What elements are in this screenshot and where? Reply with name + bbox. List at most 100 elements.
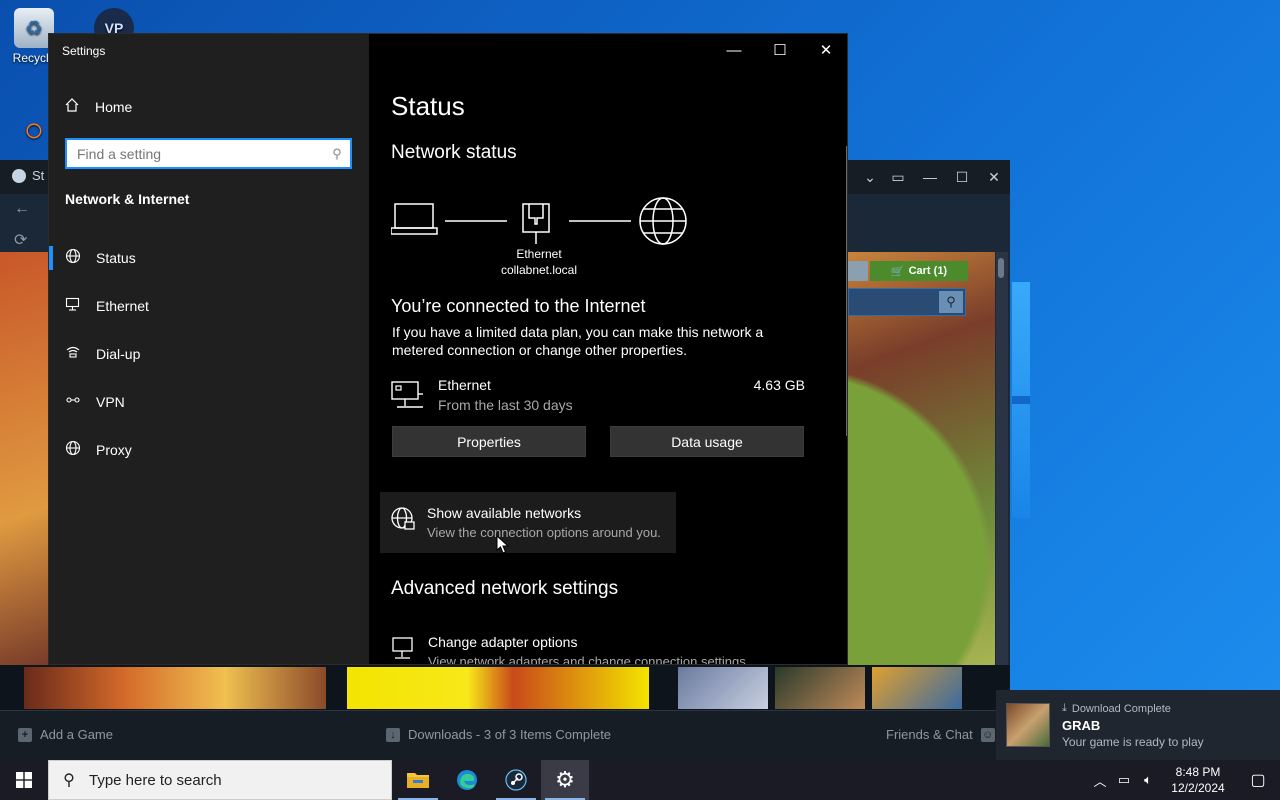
laptop-icon xyxy=(391,203,438,235)
add-game-button[interactable]: + Add a Game xyxy=(18,727,113,742)
diagram-label: Ethernet collabnet.local xyxy=(489,246,589,278)
change-adapter-options[interactable]: Change adapter options View network adap… xyxy=(391,634,831,664)
show-hidden-icons-chevron-icon[interactable]: ︿ xyxy=(1088,771,1112,790)
toast-header: ⤓ Download Complete xyxy=(1062,702,1171,715)
sidebar-item-vpn[interactable]: VPN xyxy=(49,382,369,422)
gear-icon: ⚙ xyxy=(555,767,575,792)
ethernet-usage-row: Ethernet From the last 30 days 4.63 GB xyxy=(391,376,805,416)
maximize-button[interactable]: ☐ xyxy=(757,34,803,66)
steam-scrollbar[interactable] xyxy=(996,252,1008,667)
download-complete-toast[interactable]: ⤓ Download Complete GRAB Your game is re… xyxy=(996,690,1280,760)
store-search-input[interactable]: ⚲ xyxy=(848,288,966,316)
search-icon: ⚲ xyxy=(63,772,75,789)
volume-icon[interactable]: 🔈︎ xyxy=(1136,772,1160,788)
sidebar-item-ethernet[interactable]: Ethernet xyxy=(49,286,369,326)
section-heading: Network & Internet xyxy=(65,191,190,207)
taskbar-edge[interactable] xyxy=(443,760,491,800)
action-center-icon[interactable]: ▢ xyxy=(1236,770,1280,790)
home-icon xyxy=(49,97,95,118)
mouse-cursor-icon xyxy=(496,535,510,554)
network-globe-icon xyxy=(391,507,415,530)
steam-minimize-button[interactable]: — xyxy=(914,160,946,194)
taskbar-file-explorer[interactable] xyxy=(394,760,442,800)
ethernet-icon xyxy=(49,296,96,316)
taskbar-settings[interactable]: ⚙ xyxy=(541,760,589,800)
windows-logo-gap xyxy=(1012,396,1030,404)
taskbar: ⚲ Type here to search ⚙ ︿ ▭ 🔈︎ 8:48 PM 1… xyxy=(0,760,1280,800)
toast-message: Your game is ready to play xyxy=(1062,735,1204,749)
ethernet-monitor-icon xyxy=(391,381,423,408)
steam-title: St xyxy=(32,168,45,183)
downloads-button[interactable]: ↓ Downloads - 3 of 3 Items Complete xyxy=(386,727,611,742)
content-scrollbar[interactable] xyxy=(846,146,847,436)
properties-button[interactable]: Properties xyxy=(392,426,586,457)
settings-sidebar: Settings Home ⚲ Network & Internet Statu… xyxy=(49,34,369,664)
search-input[interactable] xyxy=(67,140,324,167)
taskbar-search[interactable]: ⚲ Type here to search xyxy=(48,760,392,800)
data-usage-button[interactable]: Data usage xyxy=(610,426,804,457)
scrollbar-thumb[interactable] xyxy=(998,258,1004,278)
dial-up-icon xyxy=(49,344,96,364)
clock-time: 8:48 PM xyxy=(1175,765,1221,779)
steam-maximize-button[interactable]: ☐ xyxy=(946,160,978,194)
folder-icon xyxy=(407,773,429,788)
steam-dropdown-icon[interactable]: ⌄ xyxy=(858,160,882,194)
game-tile[interactable] xyxy=(347,667,649,709)
game-tile[interactable] xyxy=(872,667,962,709)
toast-game-name: GRAB xyxy=(1062,718,1101,733)
close-button[interactable]: ✕ xyxy=(803,34,847,66)
advanced-heading: Advanced network settings xyxy=(391,578,619,599)
adapter-name: Ethernet xyxy=(516,247,562,261)
add-game-label: Add a Game xyxy=(40,727,113,742)
game-tile[interactable] xyxy=(678,667,768,709)
cart-button[interactable]: 🛒 Cart (1) xyxy=(870,261,968,281)
home-nav-item[interactable]: Home xyxy=(49,94,369,120)
toast-header-text: Download Complete xyxy=(1071,702,1171,715)
clock[interactable]: 8:48 PM 12/2/2024 xyxy=(1160,764,1236,796)
steam-logo-icon xyxy=(12,168,26,183)
show-available-networks[interactable]: Show available networks View the connect… xyxy=(380,492,676,553)
game-tile[interactable] xyxy=(24,667,326,709)
system-tray: ︿ ▭ 🔈︎ 8:48 PM 12/2/2024 ▢ xyxy=(1088,760,1280,800)
home-label: Home xyxy=(95,99,133,115)
settings-window: Settings Home ⚲ Network & Internet Statu… xyxy=(48,33,848,665)
steam-nav: ← ⟳ xyxy=(0,194,48,254)
clock-date: 12/2/2024 xyxy=(1171,781,1225,795)
internet-globe-icon xyxy=(639,197,687,245)
connection-description: If you have a limited data plan, you can… xyxy=(392,324,764,358)
sidebar-item-label: Proxy xyxy=(96,442,132,458)
sidebar-item-dial-up[interactable]: Dial-up xyxy=(49,334,369,374)
download-icon: ↓ xyxy=(386,727,400,742)
available-title: Show available networks xyxy=(427,505,582,521)
steam-close-button[interactable]: ✕ xyxy=(978,160,1010,194)
search-icon[interactable]: ⚲ xyxy=(939,291,963,313)
friends-icon: ☺ xyxy=(980,727,995,742)
taskbar-steam[interactable] xyxy=(492,760,540,800)
minimize-button[interactable]: — xyxy=(711,34,757,66)
network-diagram xyxy=(391,197,687,245)
wishlist-button[interactable] xyxy=(848,261,868,281)
start-button[interactable] xyxy=(0,760,48,800)
sidebar-item-label: Ethernet xyxy=(96,298,149,314)
game-tile[interactable] xyxy=(775,667,865,709)
adapter-monitor-icon xyxy=(392,637,413,659)
friends-chat-button[interactable]: Friends & Chat ☺ xyxy=(886,727,995,742)
vpn-icon xyxy=(49,392,96,412)
usage-period: From the last 30 days xyxy=(438,397,573,413)
steam-bottom-bar: + Add a Game ↓ Downloads - 3 of 3 Items … xyxy=(0,710,1010,760)
download-icon: ⤓ xyxy=(1062,702,1067,714)
network-icon[interactable]: ▭ xyxy=(1112,772,1136,788)
find-setting-search[interactable]: ⚲ xyxy=(65,138,352,169)
adapter-title: Change adapter options xyxy=(428,634,578,650)
sidebar-item-proxy[interactable]: Proxy xyxy=(49,430,369,470)
ethernet-name: Ethernet xyxy=(438,377,491,393)
back-arrow-icon[interactable]: ← xyxy=(0,194,48,224)
sidebar-item-status[interactable]: Status xyxy=(49,238,369,278)
search-icon: ⚲ xyxy=(332,145,342,161)
friends-label: Friends & Chat xyxy=(886,727,973,742)
big-picture-icon[interactable]: ▭ xyxy=(882,160,914,194)
sidebar-item-label: VPN xyxy=(96,394,125,410)
plus-icon: + xyxy=(18,727,32,742)
game-shelf xyxy=(0,665,1010,710)
connection-status-text: You’re connected to the Internet xyxy=(391,296,646,316)
